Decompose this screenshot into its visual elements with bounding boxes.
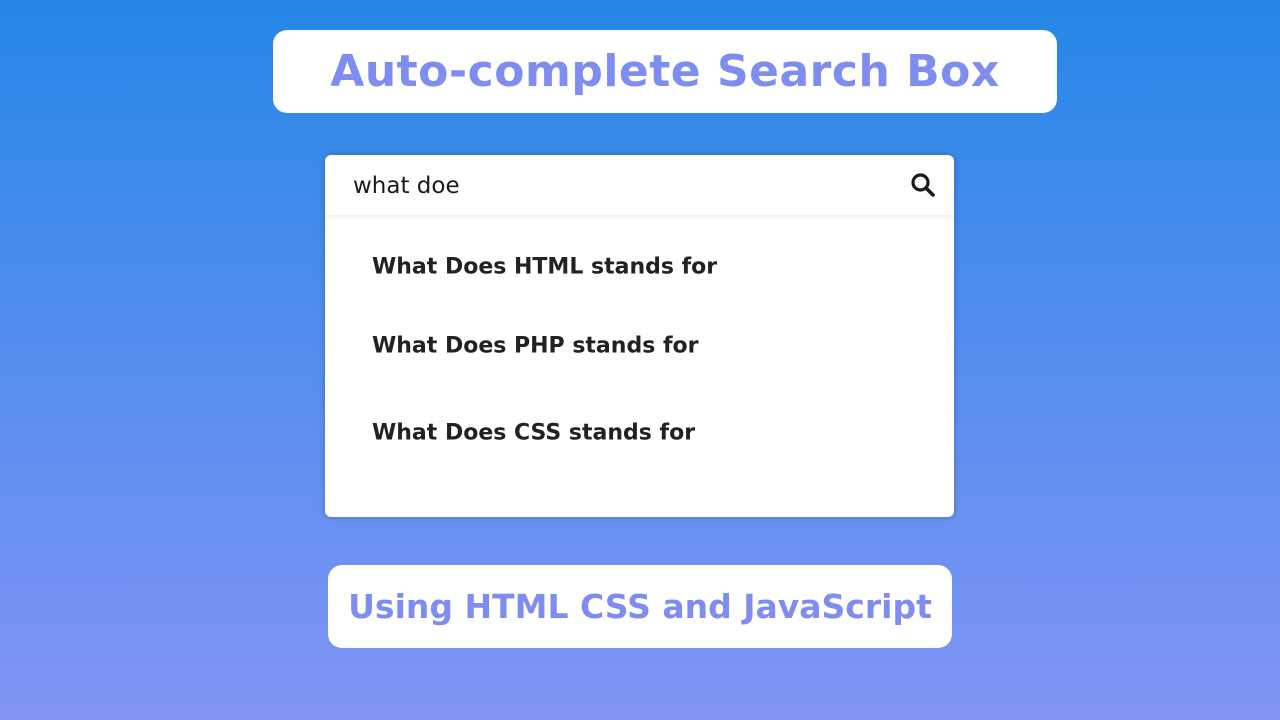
suggestion-item[interactable]: What Does HTML stands for — [325, 215, 954, 302]
suggestion-list: What Does HTML stands for What Does PHP … — [325, 215, 954, 476]
page-title: Auto-complete Search Box — [330, 46, 1000, 97]
search-box: What Does HTML stands for What Does PHP … — [325, 155, 954, 517]
search-bar — [325, 155, 954, 215]
title-card: Auto-complete Search Box — [273, 30, 1057, 113]
suggestion-label: What Does HTML stands for — [372, 254, 718, 280]
suggestion-label: What Does CSS stands for — [372, 420, 696, 445]
suggestion-label: What Does PHP stands for — [372, 333, 699, 358]
search-icon[interactable] — [910, 172, 936, 198]
suggestion-item[interactable]: What Does CSS stands for — [325, 389, 954, 476]
suggestion-item[interactable]: What Does PHP stands for — [325, 302, 954, 389]
search-input[interactable] — [353, 169, 893, 203]
subtitle: Using HTML CSS and JavaScript — [348, 587, 932, 626]
subtitle-card: Using HTML CSS and JavaScript — [328, 565, 952, 648]
